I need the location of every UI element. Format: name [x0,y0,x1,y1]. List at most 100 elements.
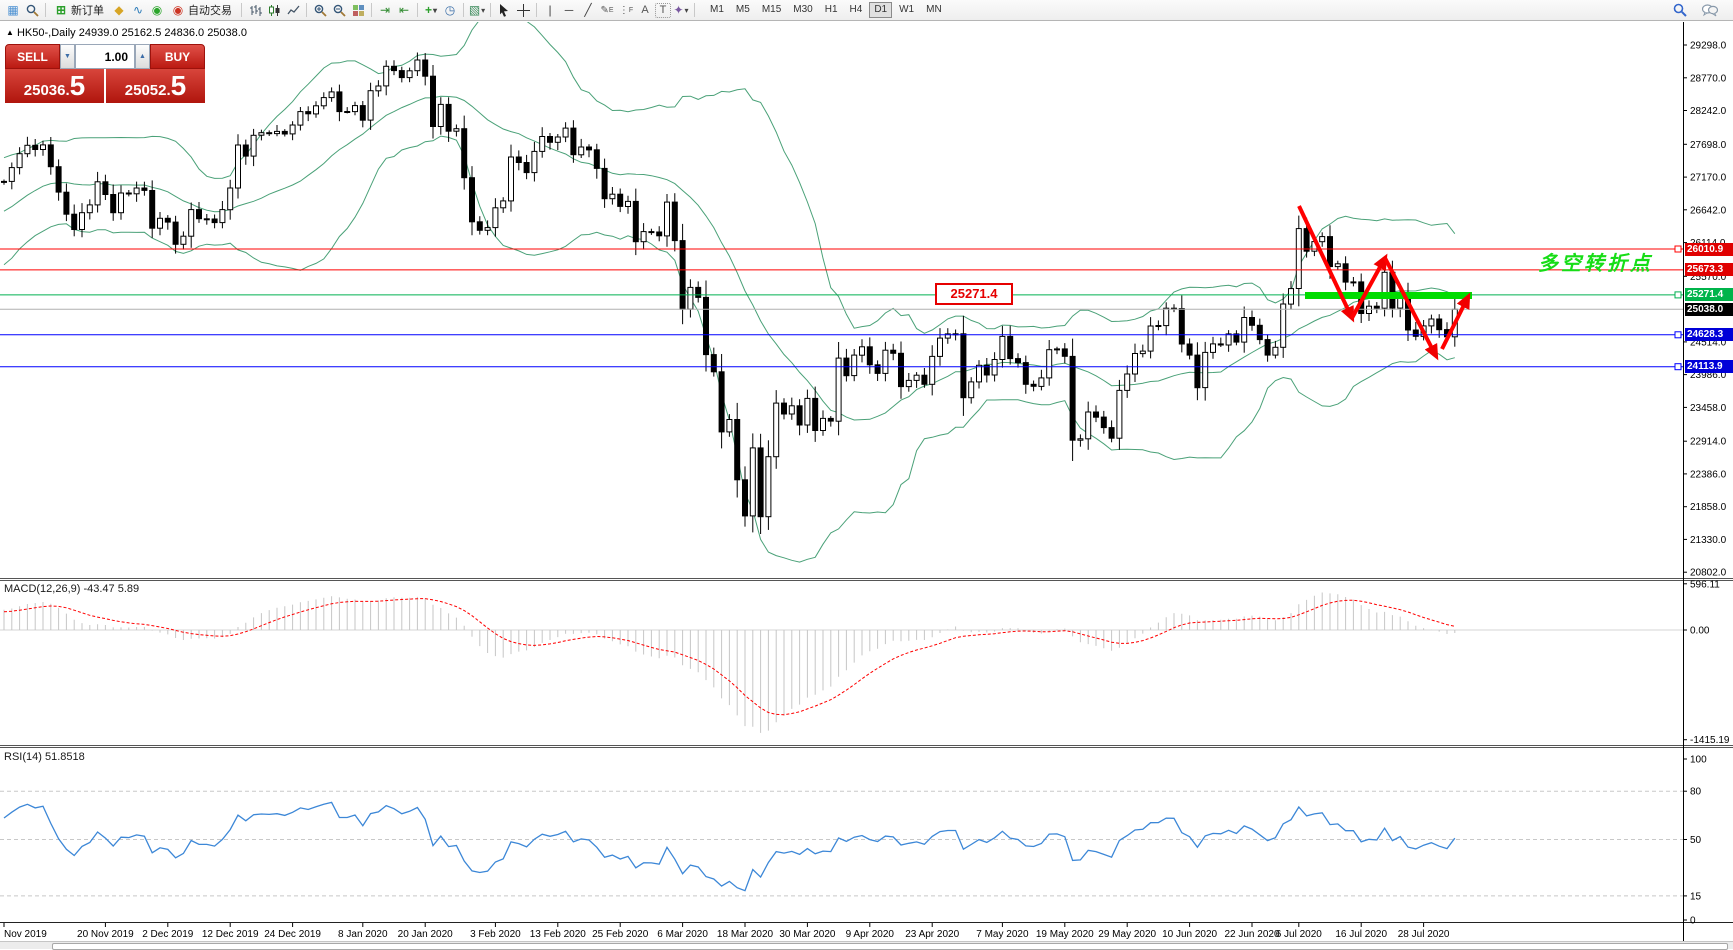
date-tick-label: 6 Mar 2020 [657,929,708,940]
candle-down [1016,359,1021,363]
candle-down [1328,237,1333,267]
text-tool-icon[interactable]: A [636,2,654,19]
styler-bucket-icon[interactable]: ◆ [110,2,128,19]
sell-button[interactable]: SELL [5,44,60,69]
timeframe-M30[interactable]: M30 [788,2,817,18]
candle-up [290,125,295,134]
text-label-tool-icon[interactable]: T [655,3,671,18]
hline-handle[interactable] [1675,292,1681,298]
date-tick-label: 16 Jul 2020 [1335,929,1387,940]
date-tick-label: 3 Feb 2020 [470,929,521,940]
fibonacci-tool-icon[interactable]: ⋮F [617,2,635,19]
timeframe-MN[interactable]: MN [921,2,947,18]
crosshair-icon[interactable] [514,2,532,19]
trend-arrow-1[interactable] [1299,206,1352,318]
toolbar-separator [694,3,695,17]
volume-decrease-button[interactable]: ▼ [60,44,75,69]
chart-preview-icon[interactable] [23,2,41,19]
candle-down [1250,318,1255,326]
volume-increase-button[interactable]: ▲ [135,44,150,69]
candle-up [727,420,732,432]
candle-down [649,232,654,233]
zoom-in-icon[interactable] [311,2,329,19]
timeframe-H4[interactable]: H4 [845,2,868,18]
timeframe-D1[interactable]: D1 [869,2,892,18]
cursor-icon[interactable] [495,2,513,19]
hline-handle[interactable] [1675,332,1681,338]
candle-down [782,403,787,414]
timeframe-M15[interactable]: M15 [757,2,786,18]
signals-icon[interactable]: ◉ [148,2,166,19]
chart-canvas[interactable]: 29298.028770.028242.027698.027170.026642… [0,0,1733,949]
candle-down [204,219,209,220]
date-tick-label: 22 Jun 2020 [1224,929,1279,940]
date-tick-label: 25 Feb 2020 [592,929,649,940]
candle-down [711,355,716,372]
candle-down [1031,384,1036,386]
timeframe-M5[interactable]: M5 [731,2,755,18]
price-tag-24113.9: 24113.9 [1685,360,1733,373]
new-order-button[interactable]: ⊞ 新订单 [50,2,109,19]
candlestick-chart-icon[interactable] [265,2,283,19]
volume-input[interactable]: 1.00 [75,44,135,69]
indicators-window-icon[interactable]: ∿ [129,2,147,19]
charts-grid-icon[interactable]: ▦ [4,2,22,19]
candle-up [259,133,264,136]
auto-scroll-icon[interactable]: ⇥ [376,2,394,19]
templates-icon[interactable]: ▧▾ [468,2,486,19]
candle-down [1070,356,1075,440]
support-zone-bar[interactable] [1305,292,1472,299]
candle-up [750,448,755,516]
equidistant-channel-tool-icon[interactable]: ✎E [598,2,616,19]
candle-up [438,104,443,126]
candlestick-series [2,53,1458,535]
toolbar-right-group [1671,2,1729,19]
candle-down [571,128,576,155]
candle-down [867,347,872,365]
candle-up [821,418,826,430]
add-indicator-icon[interactable]: +▾ [422,2,440,19]
candle-down [961,334,966,398]
candle-up [1148,326,1153,351]
chat-icon[interactable] [1701,2,1719,19]
new-order-label: 新订单 [71,2,104,18]
autotrade-button[interactable]: ◉ 自动交易 [167,2,237,19]
candle-up [376,86,381,91]
vertical-line-tool-icon[interactable]: | [541,2,559,19]
candle-down [1304,229,1309,252]
candle-down [197,210,202,219]
horizontal-line-tool-icon[interactable]: ─ [560,2,578,19]
shapes-tool-icon[interactable]: ✦▾ [672,2,690,19]
new-order-icon: ⊞ [52,2,70,19]
trendline-tool-icon[interactable]: ╱ [579,2,597,19]
timeframe-H1[interactable]: H1 [820,2,843,18]
rsi-tick-label: 50 [1690,835,1702,846]
bar-chart-icon[interactable] [246,2,264,19]
price-tick-label: 23458.0 [1690,403,1727,414]
search-icon[interactable] [1671,2,1689,19]
hline-handle[interactable] [1675,246,1681,252]
candle-up [1367,306,1372,313]
candle-up [1000,336,1005,359]
price-tick-label: 20802.0 [1690,568,1727,579]
line-chart-icon[interactable] [284,2,302,19]
price-annotation-box[interactable]: 25271.4 [935,283,1013,305]
timeframe-W1[interactable]: W1 [894,2,919,18]
candle-up [610,194,615,199]
period-clock-icon[interactable]: ◷ [441,2,459,19]
timeframe-M1[interactable]: M1 [705,2,729,18]
buy-price[interactable]: 25052.5 [106,69,205,103]
tile-windows-icon[interactable] [349,2,367,19]
candle-down [1101,417,1106,428]
rsi-tick-label: 0 [1690,916,1696,927]
hline-handle[interactable] [1675,364,1681,370]
sell-price[interactable]: 25036.5 [5,69,104,103]
candle-up [345,112,350,113]
chart-shift-icon[interactable]: ⇤ [395,2,413,19]
zoom-out-icon[interactable] [330,2,348,19]
buy-button[interactable]: BUY [150,44,205,69]
buy-price-main: 25052 [125,76,167,106]
candle-up [938,338,943,356]
candle-up [665,202,670,236]
sell-price-big-digit: 5 [70,71,86,101]
